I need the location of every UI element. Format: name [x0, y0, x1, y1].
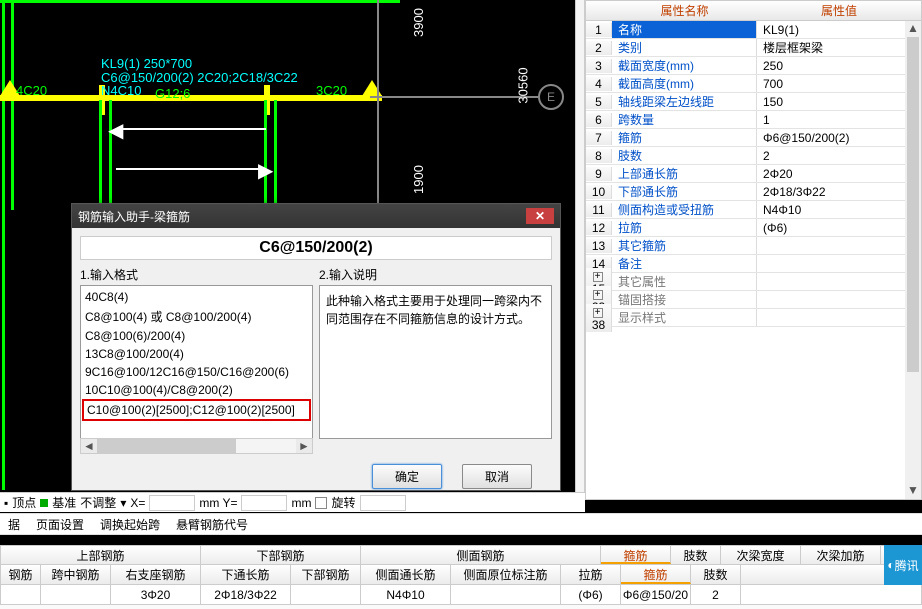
rotate-label: 旋转 — [331, 494, 355, 511]
ok-button[interactable]: 确定 — [372, 464, 442, 489]
label-3c20: 3C20 — [316, 83, 347, 98]
dim-3900: 3900 — [411, 8, 426, 37]
scrollbar-horizontal[interactable]: ◄► — [80, 438, 313, 454]
menubar: 据 页面设置 调换起始跨 悬臂钢筋代号 — [0, 513, 922, 535]
property-row[interactable]: 14备注 — [586, 255, 921, 273]
menu-item-3[interactable]: 悬臂钢筋代号 — [168, 514, 256, 534]
grid-cell[interactable] — [41, 585, 111, 604]
property-row[interactable]: 6跨数量1 — [586, 111, 921, 129]
label-4c20: 4C20 — [16, 83, 47, 98]
property-row[interactable]: +15其它属性 — [586, 273, 921, 291]
cancel-button[interactable]: 取消 — [462, 464, 532, 489]
grid-header-top[interactable]: 侧面钢筋 — [361, 546, 601, 564]
property-row[interactable]: 13其它箍筋 — [586, 237, 921, 255]
grid-header-sub[interactable]: 侧面原位标注筋 — [451, 565, 561, 584]
grid-header-sub[interactable]: 跨中钢筋 — [41, 565, 111, 584]
grid-cell[interactable] — [291, 585, 361, 604]
y-input[interactable] — [241, 495, 287, 511]
desc-label: 2.输入说明 — [319, 266, 552, 283]
grid-header-top[interactable]: 次梁宽度 — [721, 546, 801, 564]
property-row[interactable]: 12拉筋(Φ6) — [586, 219, 921, 237]
grid-header-sub[interactable]: 钢筋 — [1, 565, 41, 584]
dialog-titlebar[interactable]: 钢筋输入助手-梁箍筋 ✕ — [72, 204, 560, 228]
grid-header-sub[interactable]: 肢数 — [691, 565, 741, 584]
format-label: 1.输入格式 — [80, 266, 313, 283]
mm-label: mm — [291, 496, 311, 510]
grid-cell[interactable]: Φ6@150/20 — [621, 585, 691, 604]
grid-cell[interactable]: 2 — [691, 585, 741, 604]
property-row[interactable]: 4截面高度(mm)700 — [586, 75, 921, 93]
format-item[interactable]: 9C16@100/12C16@150/C16@200(6) — [82, 363, 311, 381]
close-button[interactable]: ✕ — [526, 208, 554, 224]
property-row[interactable]: 2类别楼层框架梁 — [586, 39, 921, 57]
property-row[interactable]: 3截面宽度(mm)250 — [586, 57, 921, 75]
y-label: mm Y= — [199, 496, 237, 510]
grid-header-top[interactable]: 下部钢筋 — [201, 546, 361, 564]
property-row[interactable]: +38显示样式 — [586, 309, 921, 327]
noadjust-label[interactable]: 不调整 — [80, 494, 116, 511]
x-label: X= — [130, 496, 145, 510]
vertex-label[interactable]: 顶点 — [12, 494, 36, 511]
x-input[interactable] — [149, 495, 195, 511]
bottom-grid: 上部钢筋下部钢筋侧面钢筋箍筋肢数次梁宽度次梁加筋 钢筋跨中钢筋右支座钢筋下通长筋… — [0, 545, 922, 609]
property-row[interactable]: +23锚固搭接 — [586, 291, 921, 309]
grid-header-top[interactable]: 次梁加筋 — [801, 546, 881, 564]
grid-cell[interactable]: 3Φ20 — [111, 585, 201, 604]
label-g126: G12;6 — [155, 86, 190, 101]
format-item[interactable]: C10@100(2)[2500];C12@100(2)[2500] — [82, 399, 311, 421]
grid-header-sub[interactable]: 侧面通长筋 — [361, 565, 451, 584]
menu-item-1[interactable]: 页面设置 — [28, 514, 92, 534]
tengxun-badge[interactable]: ◐ 腾讯 — [884, 545, 922, 585]
grid-header-sub[interactable]: 拉筋 — [561, 565, 621, 584]
grid-cell[interactable] — [1, 585, 41, 604]
format-item[interactable]: 40C8(4) — [82, 288, 311, 306]
dim-30560: 30560 — [516, 67, 531, 103]
grid-header-sub[interactable]: 箍筋 — [621, 565, 691, 584]
grid-cell[interactable]: (Φ6) — [561, 585, 621, 604]
coordinate-bar: ▪ 顶点 基准 不调整▾ X= mm Y= mm 旋转 — [0, 492, 585, 512]
grid-header-sub[interactable]: 右支座钢筋 — [111, 565, 201, 584]
dot-icon: ▪ — [4, 496, 8, 510]
base-label: 基准 — [52, 494, 76, 511]
scrollbar-vertical[interactable]: ▲▼ — [905, 21, 921, 499]
grid-cell[interactable]: N4Φ10 — [361, 585, 451, 604]
grid-header-sub[interactable]: 下部钢筋 — [291, 565, 361, 584]
dialog-title: 钢筋输入助手-梁箍筋 — [78, 208, 190, 225]
grid-header-sub[interactable]: 下通长筋 — [201, 565, 291, 584]
grid-cell[interactable]: 2Φ18/3Φ22 — [201, 585, 291, 604]
format-item[interactable]: 10C10@100(4)/C8@200(2) — [82, 381, 311, 399]
format-item[interactable]: C8@100(6)/200(4) — [82, 327, 311, 345]
format-item[interactable]: C8@100(4) 或 C8@100/200(4) — [82, 306, 311, 327]
current-value: C6@150/200(2) — [80, 236, 552, 260]
format-item[interactable]: 13C8@100/200(4) — [82, 345, 311, 363]
grid-header-top[interactable]: 上部钢筋 — [1, 546, 201, 564]
property-row[interactable]: 10下部通长筋2Φ18/3Φ22 — [586, 183, 921, 201]
label-kl9: KL9(1) 250*700 — [101, 56, 192, 71]
properties-panel: 属性名称 属性值 1名称KL9(1)2类别楼层框架梁3截面宽度(mm)2504截… — [585, 0, 922, 500]
property-row[interactable]: 11侧面构造或受扭筋N4Φ10 — [586, 201, 921, 219]
property-row[interactable]: 1名称KL9(1) — [586, 21, 921, 39]
menu-item-2[interactable]: 调换起始跨 — [92, 514, 168, 534]
col-value[interactable]: 属性值 — [757, 1, 921, 20]
menu-item-0[interactable]: 据 — [0, 514, 28, 534]
col-name[interactable]: 属性名称 — [612, 1, 757, 20]
dim-1900: 1900 — [411, 165, 426, 194]
rotate-input[interactable] — [360, 495, 406, 511]
label-n4c10: N4C10 — [101, 83, 141, 98]
property-row[interactable]: 7箍筋Φ6@150/200(2) — [586, 129, 921, 147]
desc-text: 此种输入格式主要用于处理同一跨梁内不同范围存在不同箍筋信息的设计方式。 — [319, 285, 552, 439]
grid-header-top[interactable]: 箍筋 — [601, 546, 671, 564]
rebar-input-dialog: 钢筋输入助手-梁箍筋 ✕ C6@150/200(2) 1.输入格式 40C8(4… — [71, 203, 561, 491]
grid-header-top[interactable]: 肢数 — [671, 546, 721, 564]
axis-label: E — [547, 90, 555, 104]
properties-header: 属性名称 属性值 — [586, 1, 921, 21]
property-row[interactable]: 8肢数2 — [586, 147, 921, 165]
rotate-checkbox[interactable] — [315, 497, 327, 509]
grid-cell[interactable] — [451, 585, 561, 604]
format-list[interactable]: 40C8(4)C8@100(4) 或 C8@100/200(4)C8@100(6… — [80, 285, 313, 439]
property-row[interactable]: 5轴线距梁左边线距150 — [586, 93, 921, 111]
panel-splitter[interactable] — [575, 0, 585, 500]
property-row[interactable]: 9上部通长筋2Φ20 — [586, 165, 921, 183]
